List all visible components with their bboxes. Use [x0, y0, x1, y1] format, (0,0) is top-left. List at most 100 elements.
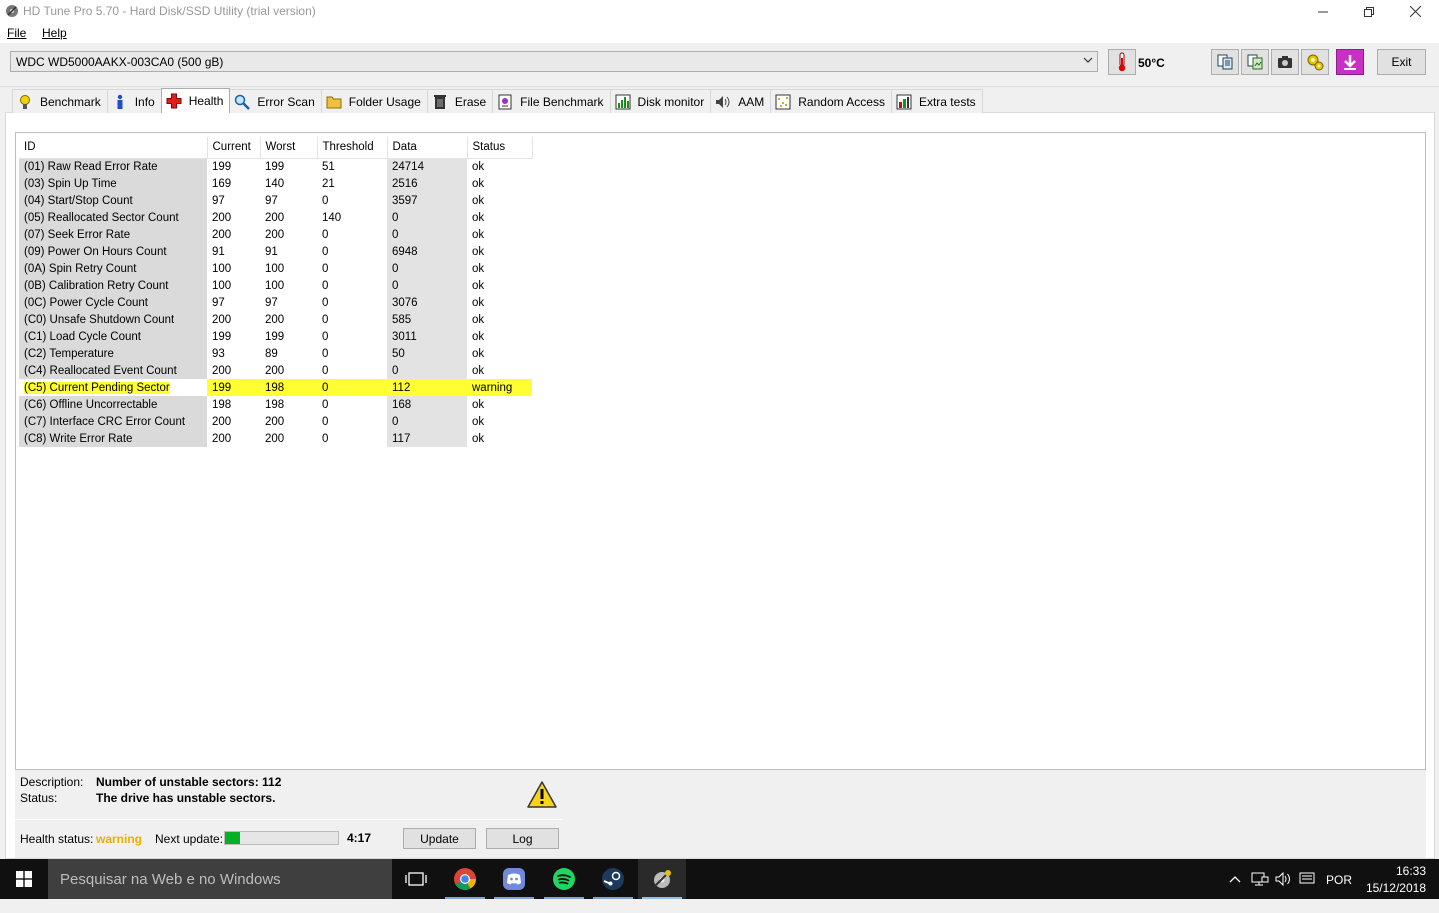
tab-file-benchmark[interactable]: File Benchmark [492, 89, 611, 113]
exit-button[interactable]: Exit [1377, 49, 1426, 75]
table-row[interactable]: (C8) Write Error Rate 200 200 0 117 ok [19, 430, 532, 447]
cell-status: ok [467, 311, 532, 328]
table-row[interactable]: (C0) Unsafe Shutdown Count 200 200 0 585 ok [19, 311, 532, 328]
table-row[interactable]: (C4) Reallocated Event Count 200 200 0 0 ok [19, 362, 532, 379]
taskbar-app-hdtune[interactable] [638, 859, 686, 899]
tab-extra-tests[interactable]: Extra tests [890, 89, 983, 113]
table-row[interactable]: (C6) Offline Uncorrectable 198 198 0 168 ok [19, 396, 532, 413]
save-button[interactable] [1336, 49, 1364, 75]
cell-current: 100 [207, 277, 260, 294]
cell-text: (C6) Offline Uncorrectable [24, 398, 158, 411]
cell-text: 200 [212, 313, 232, 326]
table-row[interactable]: (03) Spin Up Time 169 140 21 2516 ok [19, 175, 532, 192]
taskbar-app-discord[interactable] [490, 859, 538, 899]
cell-data: 117 [387, 430, 467, 447]
table-row[interactable]: (01) Raw Read Error Rate 199 199 51 24714 ok [19, 158, 532, 175]
tab-label: AAM [738, 94, 765, 109]
copy-text-icon [1217, 54, 1233, 70]
column-header-data[interactable]: Data [387, 137, 468, 159]
column-header-threshold[interactable]: Threshold [317, 137, 388, 159]
tab-health[interactable]: Health [160, 88, 231, 113]
clock-time[interactable]: 16:33 [1366, 864, 1426, 878]
chrome-icon [454, 868, 476, 890]
log-button[interactable]: Log [486, 828, 559, 849]
column-header-status[interactable]: Status [467, 137, 533, 159]
cell-threshold: 0 [317, 311, 387, 328]
table-row[interactable]: (07) Seek Error Rate 200 200 0 0 ok [19, 226, 532, 243]
table-row[interactable]: (05) Reallocated Sector Count 200 200 140 0 o… [19, 209, 532, 226]
cell-text: 91 [265, 245, 278, 258]
next-update-progress [224, 831, 339, 845]
cell-text: 140 [265, 177, 285, 190]
cell-text: 199 [265, 160, 285, 173]
tab-disk-monitor[interactable]: Disk monitor [609, 89, 712, 113]
network-icon[interactable] [1251, 871, 1269, 890]
copy-screenshot-button[interactable] [1241, 49, 1269, 75]
table-row[interactable]: (0C) Power Cycle Count 97 97 0 3076 ok [19, 294, 532, 311]
cell-text: 200 [265, 364, 285, 377]
cell-status: ok [467, 413, 532, 430]
cell-text: 200 [212, 432, 232, 445]
options-button[interactable] [1301, 49, 1329, 75]
cell-text: (05) Reallocated Sector Count [24, 211, 179, 224]
tray-overflow-chevron-icon[interactable] [1228, 873, 1242, 887]
cell-worst: 89 [260, 345, 317, 362]
cell-text: (04) Start/Stop Count [24, 194, 133, 207]
drive-select[interactable]: WDC WD5000AAKX-003CA0 (500 gB) [10, 51, 1098, 72]
cell-text: ok [472, 160, 485, 173]
table-row[interactable]: (C1) Load Cycle Count 199 199 0 3011 ok [19, 328, 532, 345]
hdtune-icon [654, 870, 671, 888]
tab-aam[interactable]: AAM [710, 89, 772, 113]
tab-error-scan[interactable]: Error Scan [229, 89, 322, 113]
tab-benchmark[interactable]: Benchmark [12, 89, 108, 113]
taskbar-app-spotify[interactable] [540, 859, 588, 899]
volume-icon[interactable] [1275, 871, 1293, 890]
tab-label: Health [188, 94, 224, 108]
table-row[interactable]: (C5) Current Pending Sector 199 198 0 112 war… [19, 379, 532, 396]
column-header-id[interactable]: ID [19, 137, 208, 159]
taskbar-app-chrome[interactable] [441, 859, 489, 899]
table-row[interactable]: (0B) Calibration Retry Count 100 100 0 0 ok [19, 277, 532, 294]
cell-current: 200 [207, 311, 260, 328]
start-button[interactable] [0, 859, 48, 899]
update-button[interactable]: Update [403, 828, 476, 849]
cell-id: (0B) Calibration Retry Count [19, 277, 207, 294]
tab-info[interactable]: Info [106, 89, 162, 113]
table-row[interactable]: (C7) Interface CRC Error Count 200 200 0 0 ok [19, 413, 532, 430]
cell-text: (C7) Interface CRC Error Count [24, 415, 186, 428]
taskbar-search-input[interactable]: Pesquisar na Web e no Windows [48, 859, 392, 899]
restore-button[interactable] [1346, 0, 1392, 23]
column-header-current[interactable]: Current [207, 137, 261, 159]
cell-text: ok [472, 177, 485, 190]
close-button[interactable] [1392, 0, 1438, 23]
cell-current: 200 [207, 413, 260, 430]
column-header-worst[interactable]: Worst [260, 137, 318, 159]
tab-folder-usage[interactable]: Folder Usage [320, 89, 428, 113]
cell-worst: 199 [260, 158, 317, 175]
options-icon [1307, 54, 1324, 71]
table-row[interactable]: (0A) Spin Retry Count 100 100 0 0 ok [19, 260, 532, 277]
tab-erase[interactable]: Erase [426, 89, 494, 113]
cell-text: 0 [322, 313, 329, 326]
minimize-button[interactable] [1300, 0, 1346, 23]
cell-text: ok [472, 330, 485, 343]
table-row[interactable]: (09) Power On Hours Count 91 91 0 6948 ok [19, 243, 532, 260]
tab-random-access[interactable]: Random Access [770, 89, 892, 113]
copy-text-button[interactable] [1211, 49, 1239, 75]
language-indicator[interactable]: POR [1326, 873, 1352, 913]
table-header: ID Current Worst Threshold Data Status [19, 137, 533, 159]
notification-message-icon[interactable] [1299, 871, 1317, 890]
task-view-button[interactable] [392, 859, 440, 899]
table-row[interactable]: (C2) Temperature 93 89 0 50 ok [19, 345, 532, 362]
screenshot-button[interactable] [1271, 49, 1299, 75]
table-row[interactable]: (04) Start/Stop Count 97 97 0 3597 ok [19, 192, 532, 209]
temperature-button[interactable] [1108, 49, 1136, 75]
menu-help[interactable]: Help [42, 26, 67, 40]
taskbar-app-steam[interactable] [589, 859, 637, 899]
cell-status: ok [467, 396, 532, 413]
cell-id: (C8) Write Error Rate [19, 430, 207, 447]
cell-data: 6948 [387, 243, 467, 260]
menu-file[interactable]: File [7, 26, 26, 40]
cell-text: 0 [322, 330, 329, 343]
clock-date[interactable]: 15/12/2018 [1360, 881, 1426, 895]
